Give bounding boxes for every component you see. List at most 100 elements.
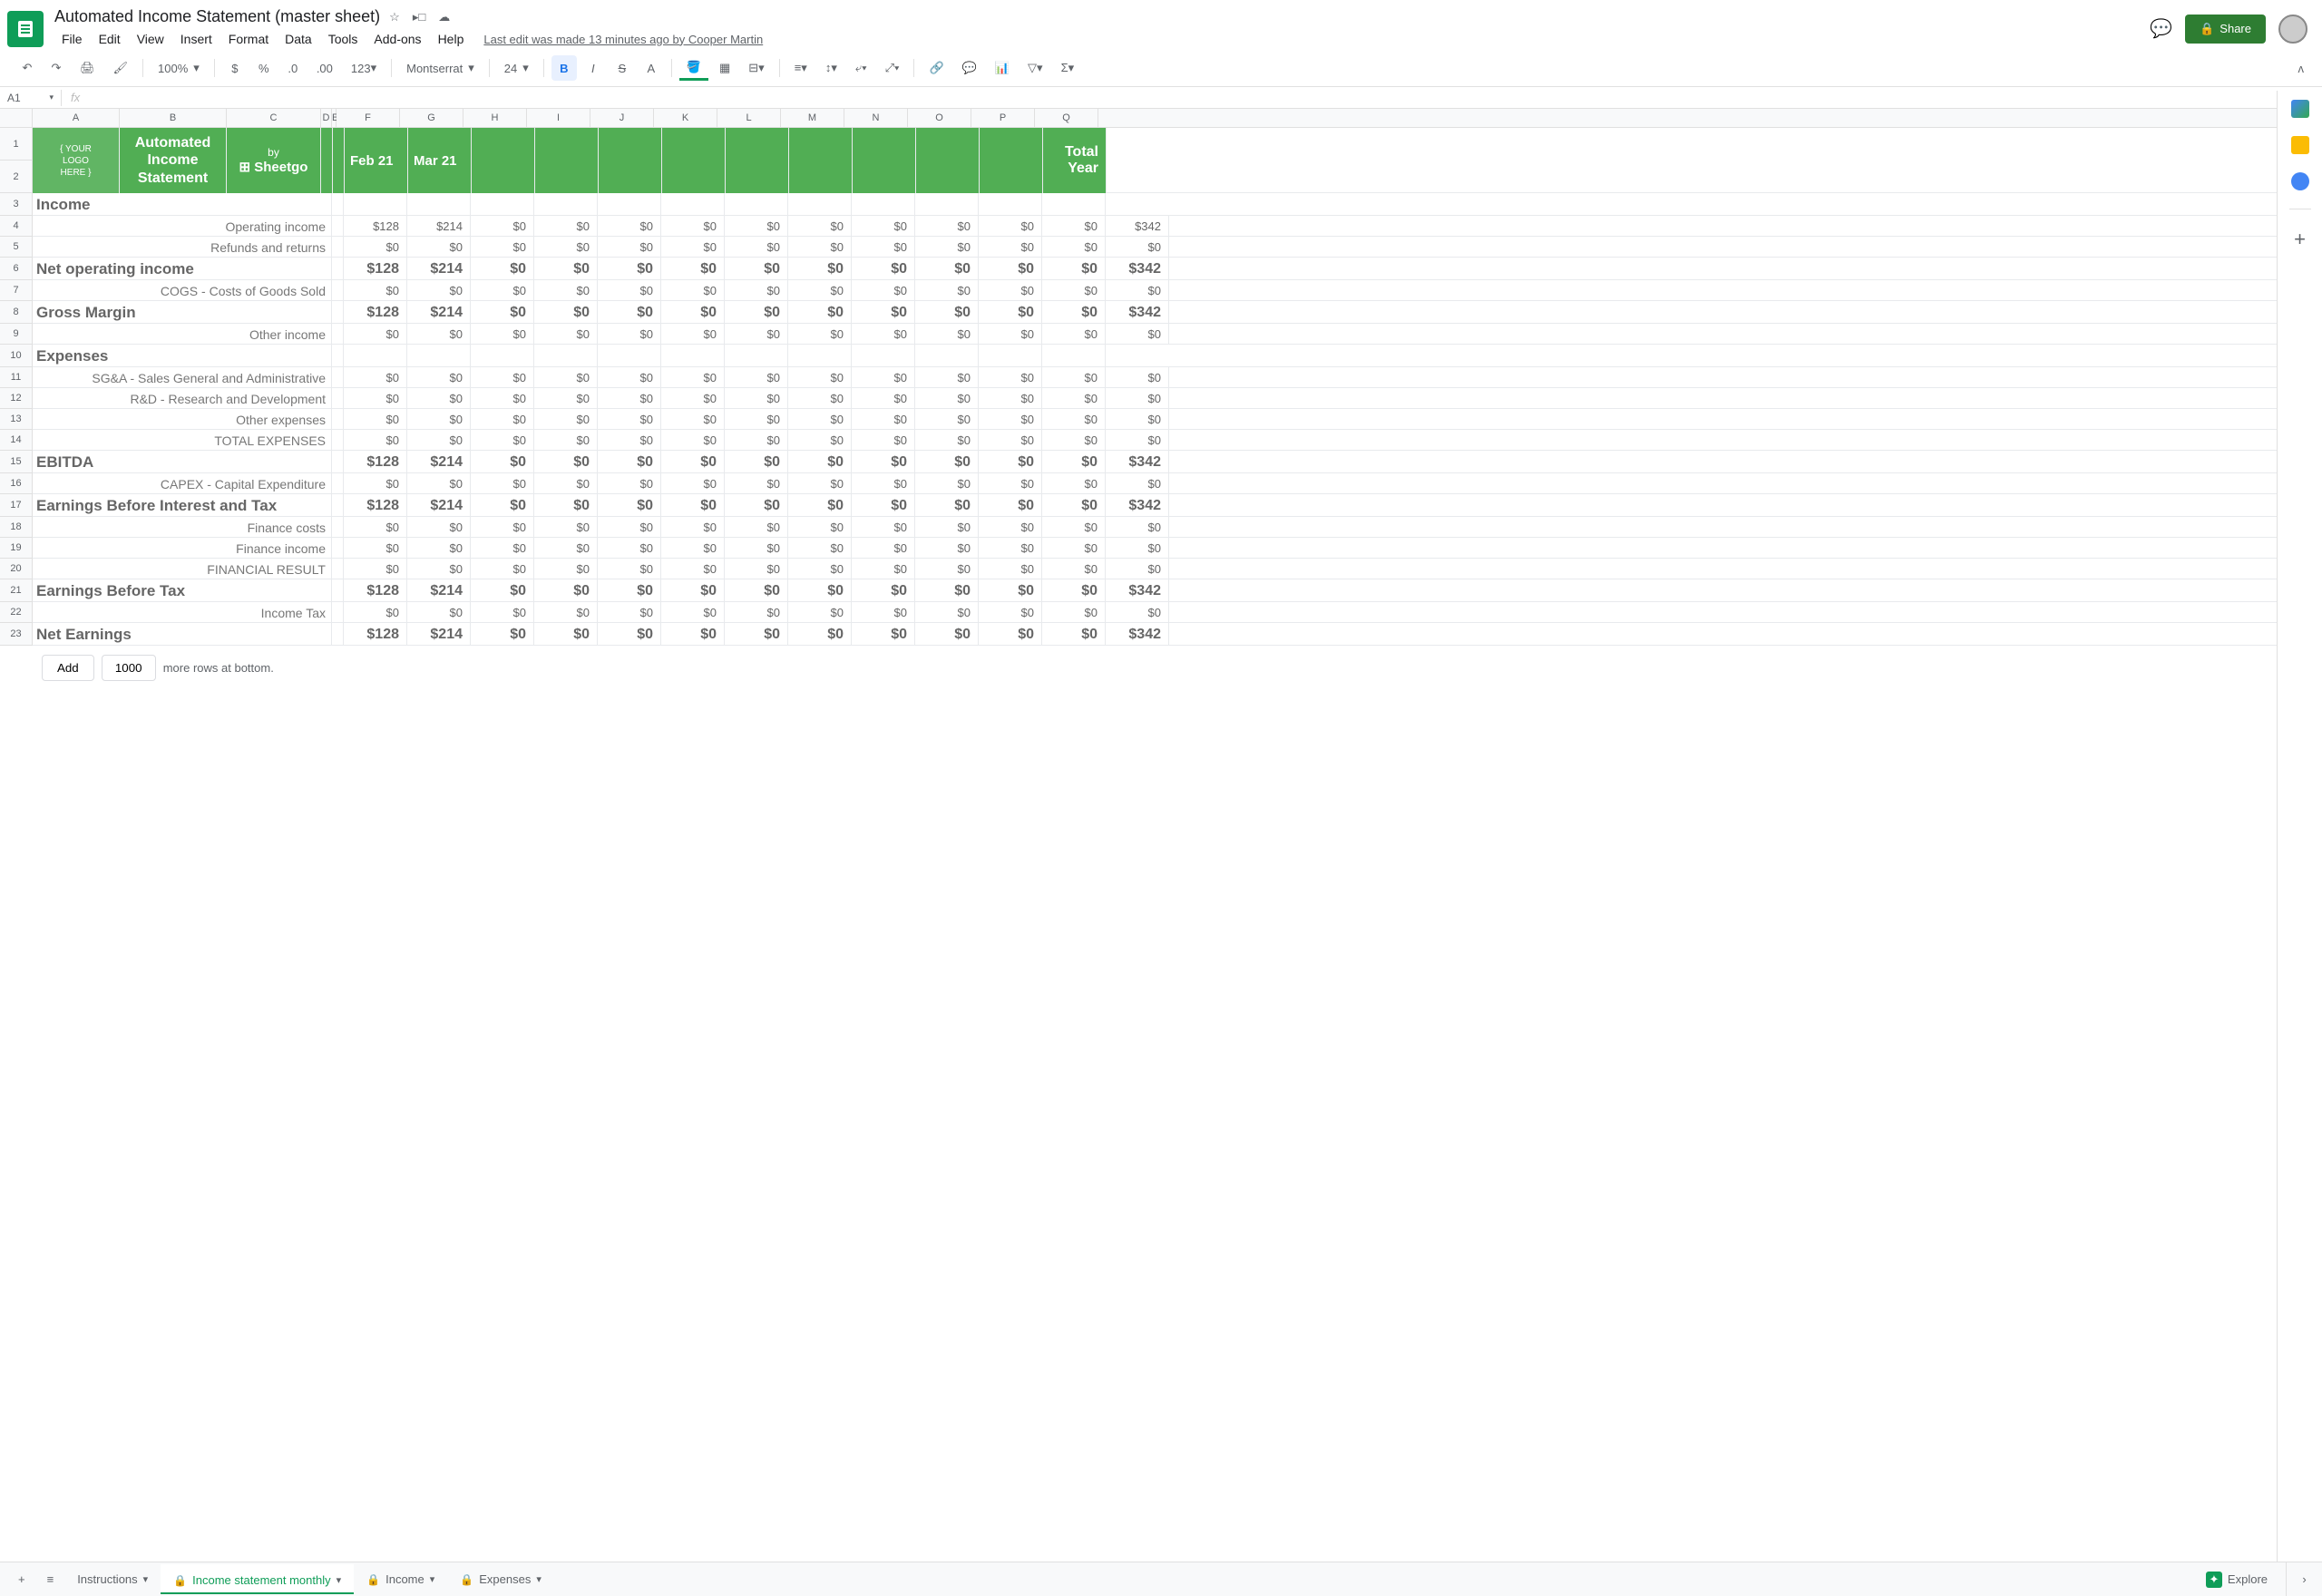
- value-cell[interactable]: $0: [471, 258, 534, 280]
- cell[interactable]: [1042, 345, 1106, 367]
- value-cell[interactable]: $342: [1106, 258, 1169, 280]
- menu-format[interactable]: Format: [221, 28, 276, 50]
- row-label[interactable]: CAPEX - Capital Expenditure: [33, 473, 332, 494]
- col-header-C[interactable]: C: [227, 109, 321, 127]
- value-cell[interactable]: $0: [534, 538, 598, 559]
- value-cell[interactable]: $0: [788, 559, 852, 579]
- value-cell[interactable]: $0: [1042, 237, 1106, 258]
- value-cell[interactable]: $0: [1042, 602, 1106, 623]
- value-cell[interactable]: $0: [471, 473, 534, 494]
- value-cell[interactable]: $0: [979, 324, 1042, 345]
- collapse-toolbar-icon[interactable]: ʌ: [2295, 58, 2308, 79]
- value-cell[interactable]: $0: [598, 559, 661, 579]
- h-align-icon[interactable]: ≡▾: [787, 55, 815, 81]
- cell[interactable]: [471, 193, 534, 216]
- value-cell[interactable]: $342: [1106, 494, 1169, 517]
- value-cell[interactable]: $0: [1106, 473, 1169, 494]
- value-cell[interactable]: $0: [661, 494, 725, 517]
- zoom-select[interactable]: 100% ▾: [151, 57, 207, 79]
- value-cell[interactable]: $0: [979, 451, 1042, 473]
- row-label[interactable]: Earnings Before Interest and Tax: [33, 494, 332, 517]
- rotation-icon[interactable]: ⤢▾: [878, 55, 907, 81]
- value-cell[interactable]: $0: [471, 602, 534, 623]
- cell[interactable]: [598, 193, 661, 216]
- value-cell[interactable]: $0: [407, 409, 471, 430]
- value-cell[interactable]: $0: [344, 602, 407, 623]
- value-cell[interactable]: $0: [661, 623, 725, 646]
- value-cell[interactable]: $0: [471, 216, 534, 237]
- redo-icon[interactable]: ↷: [44, 55, 69, 81]
- value-cell[interactable]: $0: [407, 237, 471, 258]
- all-sheets-icon[interactable]: ≡: [36, 1565, 65, 1593]
- value-cell[interactable]: $0: [979, 301, 1042, 324]
- value-cell[interactable]: $0: [471, 430, 534, 451]
- value-cell[interactable]: $0: [598, 324, 661, 345]
- value-cell[interactable]: $0: [788, 538, 852, 559]
- value-cell[interactable]: $128: [344, 301, 407, 324]
- value-cell[interactable]: $0: [915, 451, 979, 473]
- cell[interactable]: [852, 193, 915, 216]
- value-cell[interactable]: $0: [598, 473, 661, 494]
- value-cell[interactable]: $0: [979, 237, 1042, 258]
- value-cell[interactable]: $342: [1106, 579, 1169, 602]
- value-cell[interactable]: $0: [534, 409, 598, 430]
- cell[interactable]: [979, 345, 1042, 367]
- chevron-down-icon[interactable]: ▾: [337, 1574, 342, 1586]
- row-header-9[interactable]: 9: [0, 324, 33, 345]
- col-header-B[interactable]: B: [120, 109, 227, 127]
- value-cell[interactable]: $0: [344, 388, 407, 409]
- value-cell[interactable]: $0: [598, 409, 661, 430]
- value-cell[interactable]: $0: [1042, 301, 1106, 324]
- value-cell[interactable]: $0: [598, 494, 661, 517]
- value-cell[interactable]: $0: [598, 258, 661, 280]
- value-cell[interactable]: $0: [534, 367, 598, 388]
- name-box[interactable]: A1▾: [0, 90, 62, 106]
- value-cell[interactable]: $0: [852, 473, 915, 494]
- col-header-F[interactable]: F: [337, 109, 400, 127]
- row-header-22[interactable]: 22: [0, 602, 33, 623]
- value-cell[interactable]: $0: [661, 409, 725, 430]
- sheet-tab-instructions[interactable]: Instructions▾: [64, 1564, 161, 1594]
- row-label[interactable]: R&D - Research and Development: [33, 388, 332, 409]
- value-cell[interactable]: $0: [725, 430, 788, 451]
- section-income[interactable]: Income: [33, 193, 332, 216]
- value-cell[interactable]: $0: [725, 559, 788, 579]
- value-cell[interactable]: $0: [915, 517, 979, 538]
- value-cell[interactable]: $0: [979, 388, 1042, 409]
- sheets-logo-icon[interactable]: [7, 11, 44, 47]
- functions-icon[interactable]: Σ▾: [1054, 55, 1082, 81]
- chevron-down-icon[interactable]: ▾: [430, 1573, 435, 1585]
- row-label[interactable]: EBITDA: [33, 451, 332, 473]
- value-cell[interactable]: $0: [725, 538, 788, 559]
- value-cell[interactable]: $0: [661, 216, 725, 237]
- row-label[interactable]: Net Earnings: [33, 623, 332, 646]
- value-cell[interactable]: $0: [788, 409, 852, 430]
- value-cell[interactable]: $0: [788, 451, 852, 473]
- col-header-D[interactable]: D: [321, 109, 332, 127]
- value-cell[interactable]: $128: [344, 451, 407, 473]
- row-header-2[interactable]: 2: [0, 161, 33, 193]
- text-color-icon[interactable]: A: [639, 55, 664, 81]
- value-cell[interactable]: $0: [661, 280, 725, 301]
- value-cell[interactable]: $214: [407, 623, 471, 646]
- value-cell[interactable]: $0: [725, 258, 788, 280]
- chevron-down-icon[interactable]: ▾: [536, 1573, 541, 1585]
- value-cell[interactable]: $0: [852, 258, 915, 280]
- col-header-Q[interactable]: Q: [1035, 109, 1098, 127]
- formula-input[interactable]: [89, 91, 2322, 104]
- value-cell[interactable]: $0: [1042, 216, 1106, 237]
- value-cell[interactable]: $0: [852, 602, 915, 623]
- value-cell[interactable]: $0: [1106, 388, 1169, 409]
- value-cell[interactable]: $0: [598, 367, 661, 388]
- value-cell[interactable]: $0: [534, 280, 598, 301]
- row-label[interactable]: SG&A - Sales General and Administrative: [33, 367, 332, 388]
- row-header-17[interactable]: 17: [0, 494, 33, 517]
- col-header-I[interactable]: I: [527, 109, 590, 127]
- value-cell[interactable]: $0: [852, 451, 915, 473]
- value-cell[interactable]: $0: [661, 367, 725, 388]
- account-avatar[interactable]: [2278, 15, 2307, 44]
- value-cell[interactable]: $0: [598, 579, 661, 602]
- cell[interactable]: [407, 345, 471, 367]
- value-cell[interactable]: $0: [598, 451, 661, 473]
- value-cell[interactable]: $0: [915, 301, 979, 324]
